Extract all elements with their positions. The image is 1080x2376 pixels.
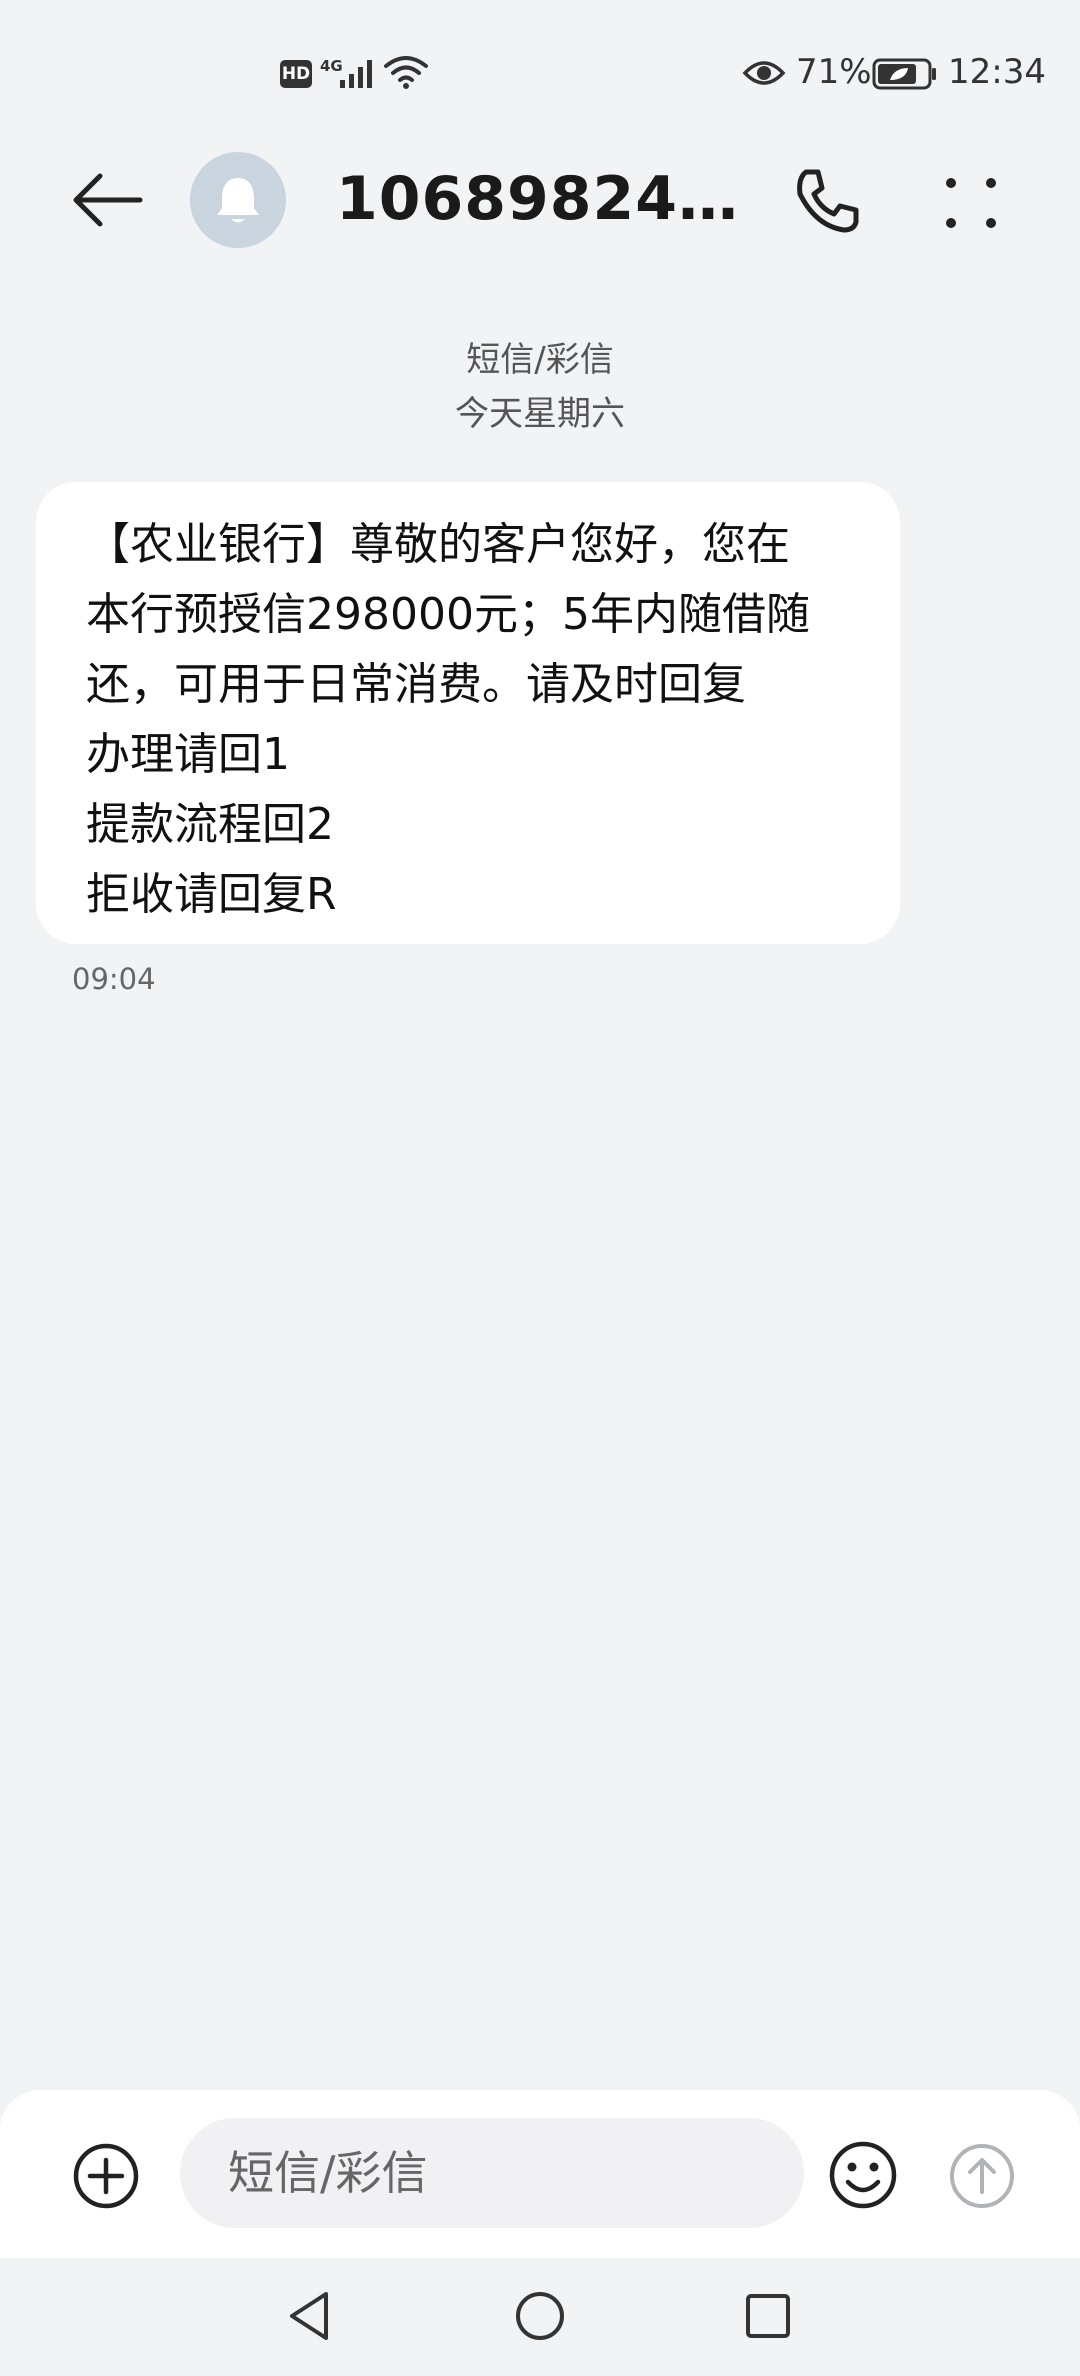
nav-home-icon <box>516 2292 564 2340</box>
system-nav-bar <box>0 2258 1080 2376</box>
more-options-button[interactable] <box>936 168 1006 238</box>
attach-button[interactable] <box>72 2142 140 2210</box>
emoji-icon <box>829 2141 897 2209</box>
message-line: 【农业银行】尊敬的客户您好，您在 <box>86 519 790 570</box>
more-icon <box>946 178 996 228</box>
contact-avatar[interactable] <box>190 152 286 248</box>
message-line: 还，可用于日常消费。请及时回复 <box>86 659 746 710</box>
date-label: 今天星期六 <box>455 394 625 434</box>
bell-icon <box>217 178 259 223</box>
message-input[interactable] <box>180 2118 804 2228</box>
message-line: 提款流程回2 <box>86 799 334 850</box>
message-bubble[interactable]: 【农业银行】尊敬的客户您好，您在 本行预授信298000元；5年内随借随 还，可… <box>36 482 900 944</box>
signal-icon <box>340 60 372 88</box>
send-icon <box>950 2144 1014 2208</box>
status-clock: 12:34 <box>948 52 1046 92</box>
nav-recent-button[interactable] <box>742 2290 794 2342</box>
nav-home-button[interactable] <box>512 2288 568 2344</box>
message-timestamp: 09:04 <box>72 962 156 996</box>
send-button[interactable] <box>948 2142 1016 2210</box>
call-button[interactable] <box>790 164 864 238</box>
add-icon <box>73 2143 139 2209</box>
nav-back-button[interactable] <box>282 2288 338 2344</box>
message-composer <box>0 2090 1080 2258</box>
message-line: 拒收请回复R <box>86 869 337 920</box>
conversation-header: 10689824020... <box>0 150 1080 250</box>
channel-label: 短信/彩信 <box>466 340 614 380</box>
battery-percent: 71% <box>796 52 872 92</box>
status-bar: HD 4G 71% 12:34 <box>0 0 1080 150</box>
hd-icon: HD <box>280 60 312 88</box>
wifi-icon <box>384 56 428 89</box>
message-line: 本行预授信298000元；5年内随借随 <box>86 589 810 640</box>
emoji-button[interactable] <box>828 2140 898 2210</box>
message-line: 办理请回1 <box>86 729 290 780</box>
contact-name[interactable]: 10689824020... <box>336 164 756 234</box>
battery-icon <box>872 58 936 90</box>
nav-back-icon <box>290 2292 328 2340</box>
back-button[interactable] <box>70 168 146 232</box>
phone-icon <box>797 169 859 233</box>
back-arrow-icon <box>73 173 143 227</box>
nav-recent-icon <box>746 2294 790 2338</box>
eye-icon <box>742 61 786 85</box>
